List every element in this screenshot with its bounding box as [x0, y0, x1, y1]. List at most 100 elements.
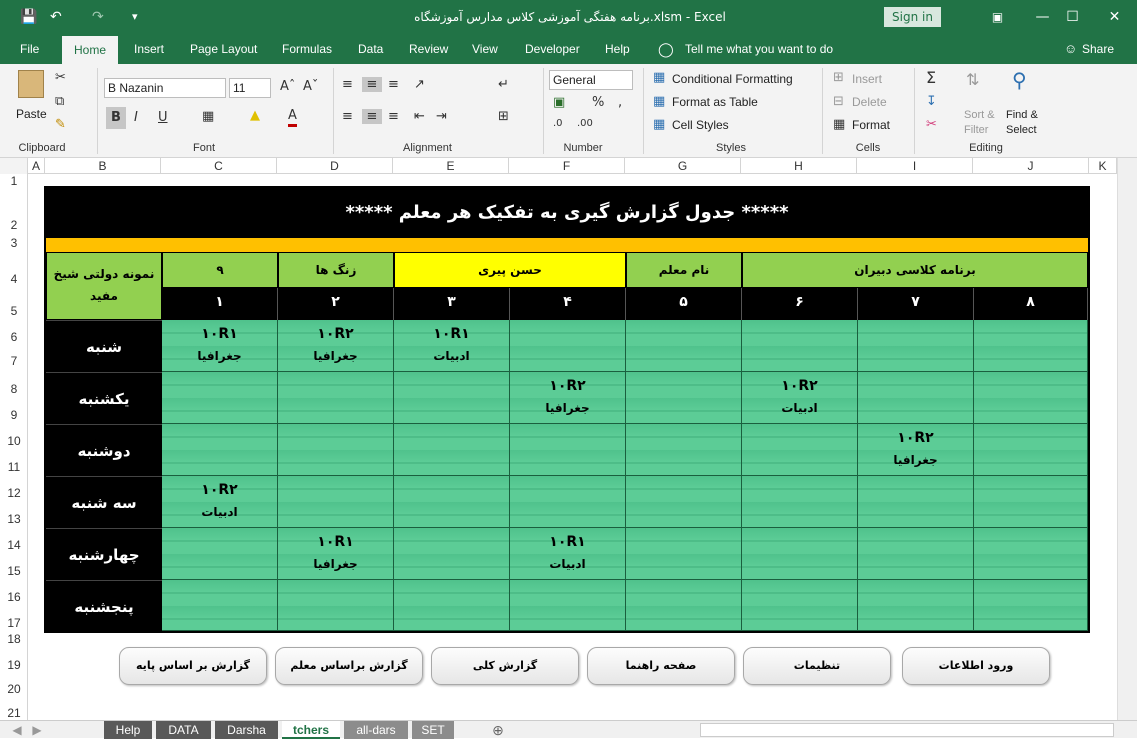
column-header[interactable]: H [741, 158, 857, 174]
data-entry-button[interactable]: ورود اطلاعات [902, 647, 1050, 685]
align-center-icon[interactable]: ≡ [362, 109, 382, 124]
row-header[interactable]: 11 [0, 460, 28, 474]
font-color-icon[interactable]: A [288, 108, 297, 127]
schedule-cell[interactable] [742, 320, 858, 372]
fill-icon[interactable]: ↧ [926, 94, 937, 109]
column-header[interactable]: C [161, 158, 277, 174]
schedule-cell[interactable] [858, 580, 974, 631]
maximize-button[interactable]: ☐ [1050, 0, 1095, 34]
merge-center-icon[interactable]: ⊞ [498, 109, 509, 124]
share-button[interactable]: Share [1082, 34, 1114, 64]
sheet-tab-help[interactable]: Help [104, 721, 152, 739]
schedule-cell[interactable] [394, 580, 510, 631]
vertical-scrollbar[interactable] [1117, 158, 1137, 720]
schedule-cell[interactable] [278, 476, 394, 528]
schedule-cell[interactable] [394, 528, 510, 580]
row-header[interactable]: 12 [0, 486, 28, 500]
period-number-cell[interactable]: ۲ [278, 288, 394, 320]
schedule-cell[interactable] [626, 424, 742, 476]
decrease-indent-icon[interactable]: ⇤ [414, 109, 425, 124]
schedule-cell[interactable] [858, 528, 974, 580]
row-header[interactable]: 2 [0, 218, 28, 232]
sheet-tab-darsha[interactable]: Darsha [215, 721, 278, 739]
row-header[interactable]: 6 [0, 330, 28, 344]
accounting-format-icon[interactable]: ▣ [553, 95, 565, 110]
row-header[interactable]: 4 [0, 272, 28, 286]
column-header[interactable]: E [393, 158, 509, 174]
tab-home[interactable]: Home [62, 36, 118, 64]
day-label-cell[interactable]: دوشنبه [46, 424, 162, 476]
format-cells-button[interactable]: Format [852, 118, 890, 132]
schedule-cell[interactable] [742, 528, 858, 580]
period-number-cell[interactable]: ۱ [162, 288, 278, 320]
sheet-tab-tchers[interactable]: tchers [282, 721, 340, 739]
copy-icon[interactable]: ⧉ [55, 94, 64, 109]
row-header[interactable]: 18 [0, 632, 28, 646]
column-header[interactable]: B [45, 158, 161, 174]
decrease-decimal-icon[interactable]: .00 [577, 118, 593, 129]
row-header[interactable]: 1 [0, 174, 28, 188]
prev-sheet-icon[interactable]: ◀ [10, 721, 24, 739]
schedule-cell[interactable] [278, 424, 394, 476]
percent-icon[interactable]: % [592, 95, 604, 110]
cut-icon[interactable]: ✂ [55, 70, 66, 85]
schedule-cell[interactable] [626, 320, 742, 372]
row-header[interactable]: 17 [0, 616, 28, 630]
sort-filter-button[interactable]: Sort & Filter [964, 108, 1002, 138]
format-cells-icon[interactable]: ▦ [833, 117, 845, 132]
column-header[interactable]: F [509, 158, 625, 174]
decrease-font-icon[interactable]: Aˇ [303, 79, 318, 94]
schedule-cell[interactable] [742, 424, 858, 476]
tab-view[interactable]: View [472, 34, 498, 64]
wrap-text-icon[interactable]: ↵ [498, 77, 509, 92]
tab-formulas[interactable]: Formulas [282, 34, 332, 64]
tab-page-layout[interactable]: Page Layout [190, 34, 257, 64]
increase-decimal-icon[interactable]: .0 [553, 118, 563, 129]
schedule-cell[interactable] [510, 320, 626, 372]
schedule-cell[interactable] [974, 476, 1088, 528]
schedule-cell[interactable] [742, 476, 858, 528]
schedule-cell[interactable]: ۱۰R۲ ادبیات [162, 476, 278, 528]
paste-icon[interactable] [18, 70, 44, 98]
increase-font-icon[interactable]: Aˆ [280, 79, 295, 94]
insert-cells-icon[interactable]: ⊞ [833, 70, 844, 85]
borders-icon[interactable]: ▦ [202, 109, 214, 124]
schedule-cell[interactable] [974, 320, 1088, 372]
orientation-icon[interactable]: ↗ [414, 77, 425, 92]
schedule-cell[interactable] [394, 372, 510, 424]
program-label-cell[interactable]: برنامه کلاسی دبیران [742, 252, 1088, 288]
bold-icon[interactable]: B [106, 107, 126, 129]
schedule-cell[interactable]: ۱۰R۲ ادبیات [742, 372, 858, 424]
delete-cells-icon[interactable]: ⊟ [833, 94, 844, 109]
schedule-cell[interactable] [278, 372, 394, 424]
schedule-cell[interactable] [162, 528, 278, 580]
select-all-corner[interactable] [0, 158, 28, 174]
align-top-icon[interactable]: ≡ [342, 77, 353, 92]
schedule-cell[interactable] [974, 372, 1088, 424]
signin-button[interactable]: Sign in [884, 7, 941, 27]
teacher-label-cell[interactable]: نام معلم [626, 252, 742, 288]
column-header[interactable]: G [625, 158, 741, 174]
fill-color-icon[interactable]: ▲ [250, 108, 260, 123]
find-select-button[interactable]: Find & Select [1006, 108, 1056, 138]
period-number-cell[interactable]: ۳ [394, 288, 510, 320]
schedule-cell[interactable]: ۱۰R۱ ادبیات [394, 320, 510, 372]
schedule-cell[interactable] [394, 476, 510, 528]
schedule-cell[interactable] [278, 580, 394, 631]
tab-insert[interactable]: Insert [134, 34, 164, 64]
schedule-cell[interactable] [162, 372, 278, 424]
period-number-cell[interactable]: ۶ [742, 288, 858, 320]
sort-filter-icon[interactable]: ⇅ [966, 70, 979, 89]
row-header[interactable]: 15 [0, 564, 28, 578]
schedule-cell[interactable] [626, 528, 742, 580]
schedule-cell[interactable] [858, 372, 974, 424]
save-icon[interactable]: 💾 [20, 0, 37, 34]
schedule-cell[interactable] [394, 424, 510, 476]
row-header[interactable]: 21 [0, 706, 28, 720]
conditional-formatting-icon[interactable]: ▦ [653, 70, 665, 85]
schedule-cell[interactable] [858, 320, 974, 372]
horizontal-scrollbar[interactable] [700, 723, 1114, 737]
autosum-icon[interactable]: Σ [926, 68, 936, 87]
schedule-cell[interactable] [626, 580, 742, 631]
period-number-cell[interactable]: ۸ [974, 288, 1088, 320]
